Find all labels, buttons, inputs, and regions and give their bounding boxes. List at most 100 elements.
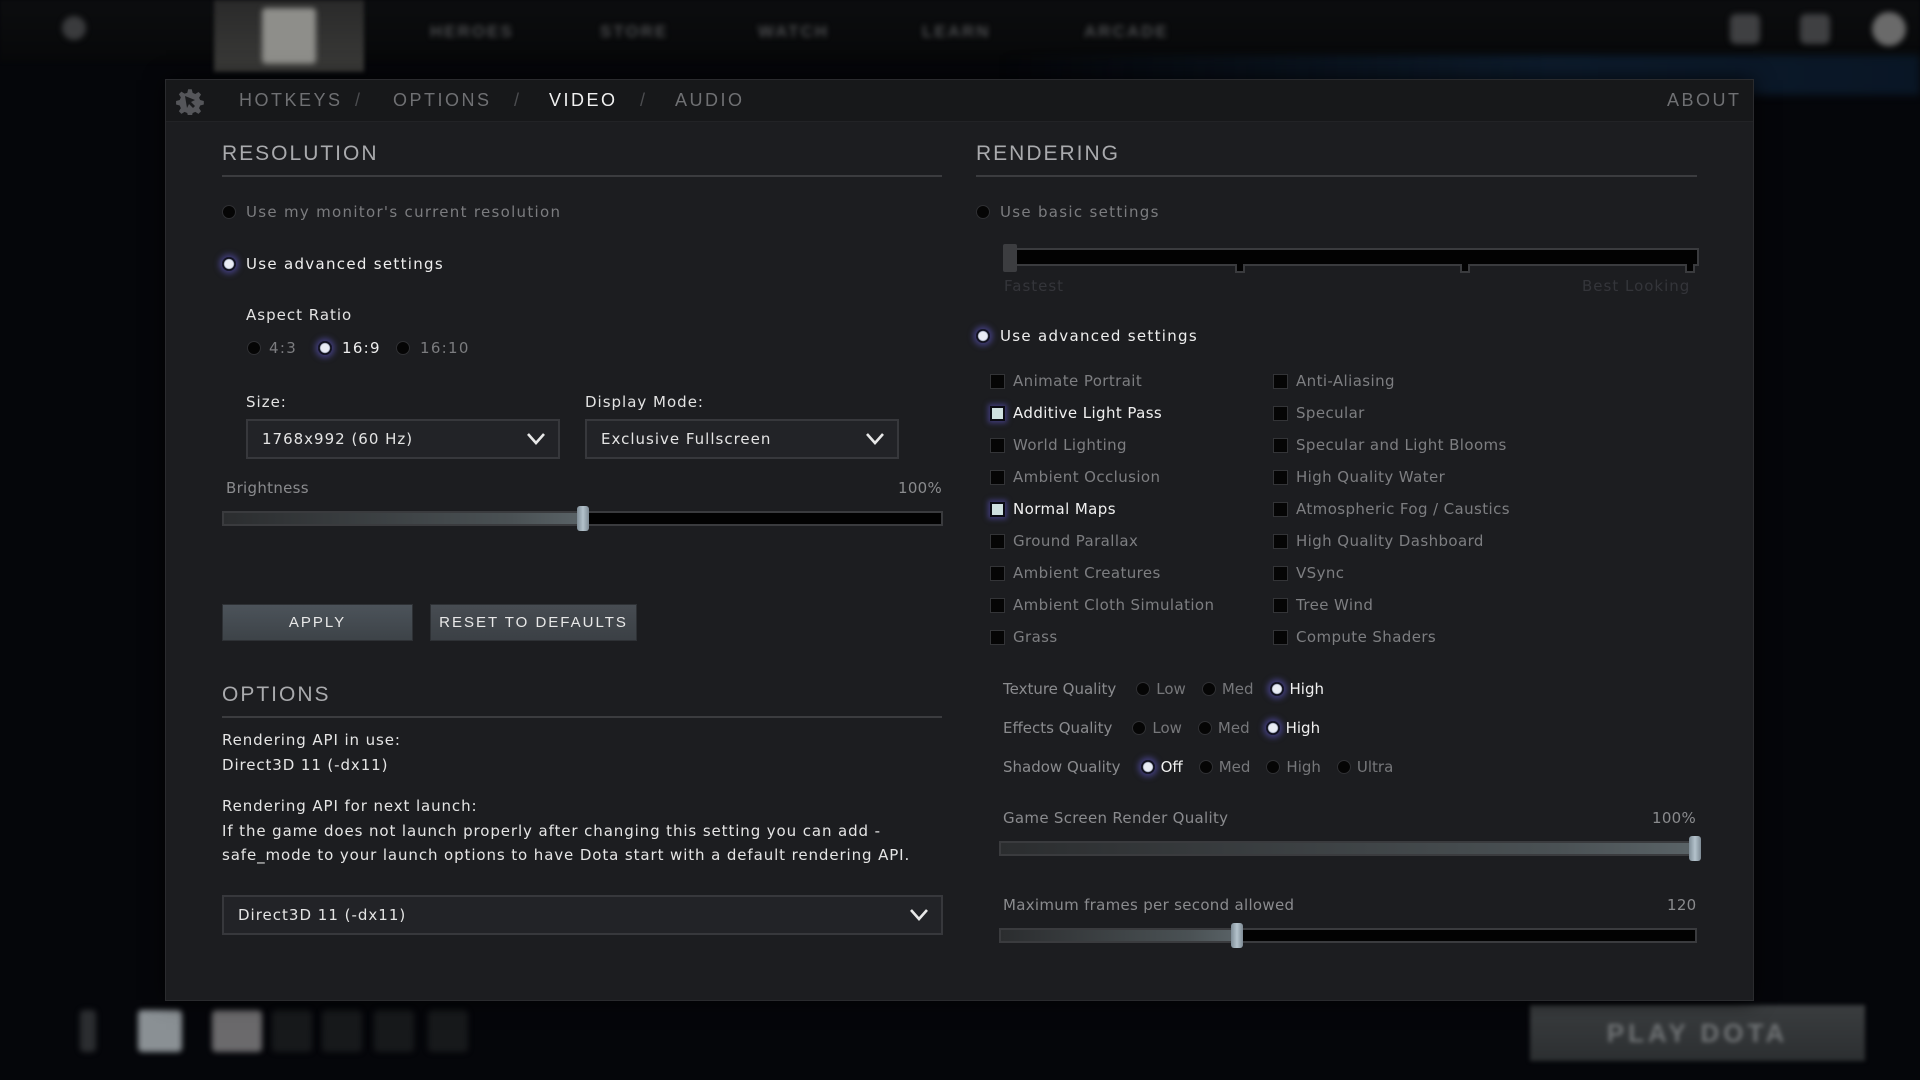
friend-slot[interactable] bbox=[272, 1010, 312, 1052]
checkbox-specular-and-light-blooms[interactable]: Specular and Light Blooms bbox=[1273, 436, 1507, 454]
nav-watch[interactable]: WATCH bbox=[758, 22, 829, 42]
radio-button[interactable] bbox=[976, 205, 990, 219]
quality-option-off[interactable]: Off bbox=[1135, 758, 1183, 776]
friend-slot[interactable] bbox=[374, 1010, 414, 1052]
checkbox[interactable] bbox=[990, 629, 1005, 645]
radio-button[interactable] bbox=[1336, 760, 1351, 774]
checkbox-grass[interactable]: Grass bbox=[990, 628, 1058, 646]
basic-quality-slider[interactable] bbox=[1011, 248, 1699, 273]
quality-option-low[interactable]: Low bbox=[1130, 680, 1186, 698]
aspect-16-10-radio[interactable]: 16:10 bbox=[396, 339, 470, 357]
checkbox-ambient-cloth-simulation[interactable]: Ambient Cloth Simulation bbox=[990, 596, 1214, 614]
friend-slot[interactable] bbox=[428, 1010, 468, 1052]
radio-button[interactable] bbox=[222, 205, 236, 219]
use-basic-settings-radio[interactable]: Use basic settings bbox=[976, 203, 1160, 221]
radio-button[interactable] bbox=[396, 341, 410, 355]
use-advanced-resolution-radio[interactable]: Use advanced settings bbox=[222, 255, 444, 273]
tab-hotkeys[interactable]: HOTKEYS bbox=[239, 90, 343, 111]
slider-thumb[interactable] bbox=[1689, 836, 1701, 861]
checkbox-animate-portrait[interactable]: Animate Portrait bbox=[990, 372, 1142, 390]
radio-button[interactable] bbox=[1198, 760, 1213, 774]
radio-button[interactable] bbox=[1269, 682, 1284, 696]
display-mode-dropdown[interactable]: Exclusive Fullscreen bbox=[585, 419, 899, 459]
nav-learn[interactable]: LEARN bbox=[922, 22, 991, 42]
quality-option-med[interactable]: Med bbox=[1193, 758, 1250, 776]
checkbox-high-quality-dashboard[interactable]: High Quality Dashboard bbox=[1273, 532, 1484, 550]
slider-thumb[interactable] bbox=[1230, 923, 1243, 948]
play-dota-button[interactable]: PLAY DOTA bbox=[1530, 1005, 1865, 1061]
checkbox-tree-wind[interactable]: Tree Wind bbox=[1273, 596, 1373, 614]
radio-button[interactable] bbox=[1266, 760, 1281, 774]
radio-button[interactable] bbox=[1132, 721, 1147, 735]
friend-slot[interactable] bbox=[322, 1010, 362, 1052]
checkbox[interactable] bbox=[1273, 373, 1288, 389]
checkbox[interactable] bbox=[1273, 469, 1288, 485]
brightness-slider[interactable] bbox=[222, 506, 943, 531]
radio-button[interactable] bbox=[318, 341, 332, 355]
quality-option-high[interactable]: High bbox=[1260, 758, 1321, 776]
tab-options[interactable]: OPTIONS bbox=[393, 90, 492, 111]
quality-option-ultra[interactable]: Ultra bbox=[1331, 758, 1393, 776]
checkbox[interactable] bbox=[1273, 597, 1288, 613]
use-monitor-resolution-radio[interactable]: Use my monitor's current resolution bbox=[222, 203, 561, 221]
checkbox-normal-maps[interactable]: Normal Maps bbox=[990, 500, 1116, 518]
checkbox[interactable] bbox=[1273, 533, 1288, 549]
checkbox-world-lighting[interactable]: World Lighting bbox=[990, 436, 1127, 454]
checkbox[interactable] bbox=[1273, 501, 1288, 517]
checkbox[interactable] bbox=[1273, 629, 1288, 645]
quality-option-low[interactable]: Low bbox=[1126, 719, 1182, 737]
aspect-16-9-radio[interactable]: 16:9 bbox=[318, 339, 381, 357]
inventory-icon[interactable] bbox=[1800, 14, 1830, 44]
checkbox-compute-shaders[interactable]: Compute Shaders bbox=[1273, 628, 1436, 646]
checkbox-additive-light-pass[interactable]: Additive Light Pass bbox=[990, 404, 1162, 422]
nav-heroes[interactable]: HEROES bbox=[430, 22, 514, 42]
friend-avatar[interactable] bbox=[212, 1010, 262, 1052]
slider-thumb[interactable] bbox=[576, 506, 589, 531]
checkbox[interactable] bbox=[1273, 437, 1288, 453]
size-dropdown[interactable]: 1768x992 (60 Hz) bbox=[246, 419, 560, 459]
basic-quality-slider-thumb[interactable] bbox=[1003, 244, 1017, 272]
radio-button[interactable] bbox=[247, 341, 261, 355]
quality-option-high[interactable]: High bbox=[1260, 719, 1320, 737]
chat-icon[interactable] bbox=[1730, 14, 1760, 44]
quality-option-med[interactable]: Med bbox=[1196, 680, 1254, 698]
max-fps-slider[interactable] bbox=[999, 923, 1697, 948]
checkbox[interactable] bbox=[990, 501, 1005, 517]
reset-defaults-button[interactable]: RESET TO DEFAULTS bbox=[430, 604, 637, 641]
nav-store[interactable]: STORE bbox=[600, 22, 668, 42]
nav-arcade[interactable]: ARCADE bbox=[1084, 22, 1169, 42]
checkbox[interactable] bbox=[1273, 565, 1288, 581]
radio-button[interactable] bbox=[1136, 682, 1151, 696]
tab-video[interactable]: VIDEO bbox=[549, 90, 618, 111]
profile-avatar[interactable] bbox=[1872, 12, 1906, 46]
checkbox-specular[interactable]: Specular bbox=[1273, 404, 1365, 422]
checkbox[interactable] bbox=[990, 533, 1005, 549]
apply-button[interactable]: APPLY bbox=[222, 604, 413, 641]
checkbox[interactable] bbox=[990, 597, 1005, 613]
about-link[interactable]: ABOUT bbox=[1667, 90, 1742, 111]
radio-button[interactable] bbox=[222, 257, 236, 271]
radio-button[interactable] bbox=[1140, 760, 1155, 774]
checkbox[interactable] bbox=[990, 565, 1005, 581]
radio-button[interactable] bbox=[976, 329, 990, 343]
quality-option-med[interactable]: Med bbox=[1192, 719, 1250, 737]
rendering-api-dropdown[interactable]: Direct3D 11 (-dx11) bbox=[222, 895, 943, 935]
checkbox-ambient-creatures[interactable]: Ambient Creatures bbox=[990, 564, 1161, 582]
checkbox[interactable] bbox=[990, 405, 1005, 421]
checkbox[interactable] bbox=[1273, 405, 1288, 421]
checkbox-ground-parallax[interactable]: Ground Parallax bbox=[990, 532, 1138, 550]
settings-shortcut-icon[interactable] bbox=[62, 16, 86, 40]
checkbox-anti-aliasing[interactable]: Anti-Aliasing bbox=[1273, 372, 1395, 390]
checkbox-vsync[interactable]: VSync bbox=[1273, 564, 1344, 582]
checkbox-atmospheric-fog-caustics[interactable]: Atmospheric Fog / Caustics bbox=[1273, 500, 1510, 518]
friends-toggle-icon[interactable] bbox=[80, 1010, 96, 1052]
radio-button[interactable] bbox=[1197, 721, 1212, 735]
tab-audio[interactable]: AUDIO bbox=[675, 90, 745, 111]
checkbox[interactable] bbox=[990, 437, 1005, 453]
checkbox[interactable] bbox=[990, 373, 1005, 389]
quality-option-high[interactable]: High bbox=[1264, 680, 1324, 698]
aspect-4-3-radio[interactable]: 4:3 bbox=[247, 339, 297, 357]
checkbox[interactable] bbox=[990, 469, 1005, 485]
party-icon[interactable] bbox=[138, 1010, 182, 1052]
radio-button[interactable] bbox=[1265, 721, 1280, 735]
